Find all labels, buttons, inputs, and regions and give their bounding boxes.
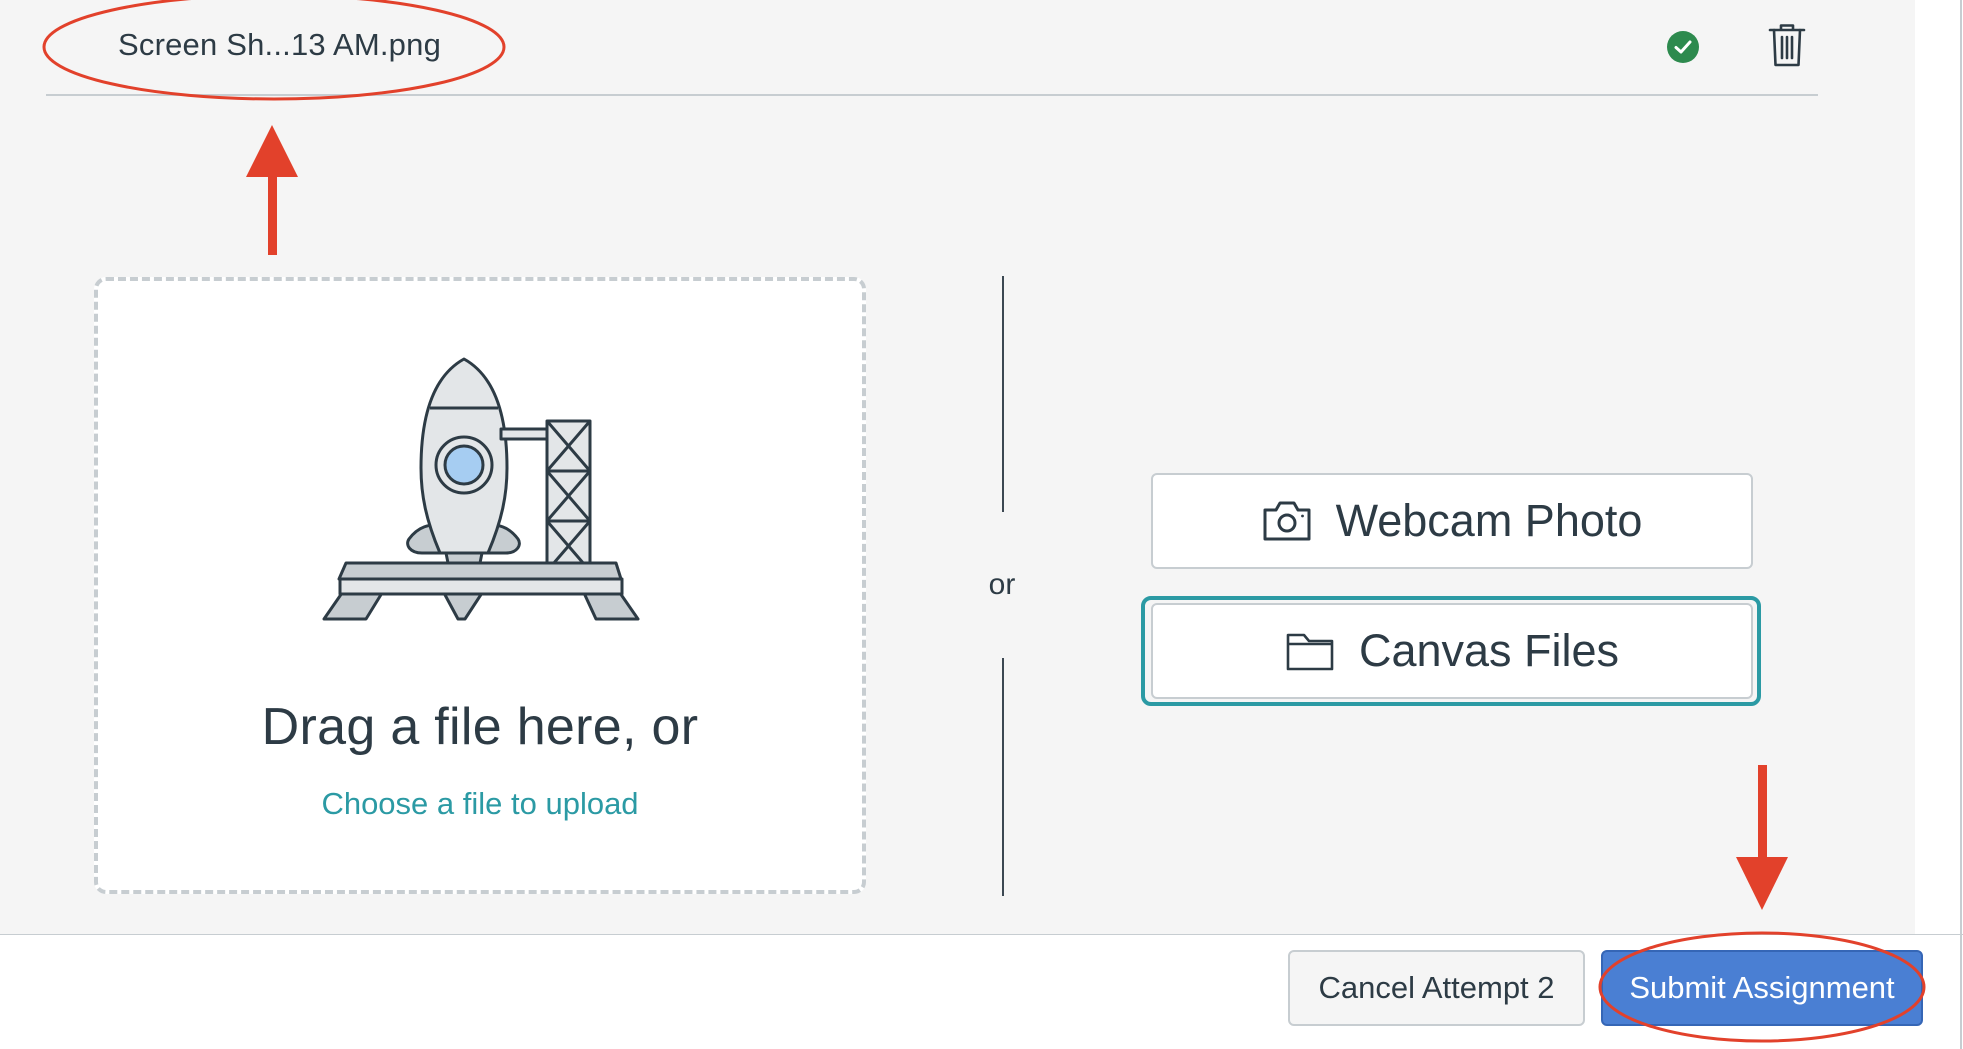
or-divider-bottom [1002,658,1004,896]
or-divider-top [1002,276,1004,512]
webcam-photo-button[interactable]: Webcam Photo [1151,473,1753,569]
dropzone-heading: Drag a file here, or [261,698,699,756]
assignment-upload-screen: Screen Sh...13 AM.png Drag a file here, … [0,0,1963,1049]
footer-divider [0,934,1963,935]
canvas-files-label: Canvas Files [1358,625,1620,676]
or-separator: or [988,568,1016,601]
submit-assignment-button[interactable]: Submit Assignment [1601,950,1923,1026]
trash-icon[interactable] [1766,23,1808,69]
check-circle-icon [1667,31,1699,63]
cancel-attempt-button[interactable]: Cancel Attempt 2 [1288,950,1585,1026]
camera-icon [1263,501,1311,541]
uploaded-file-name: Screen Sh...13 AM.png [118,27,442,62]
folder-icon [1286,633,1334,671]
file-dropzone[interactable]: Drag a file here, or Choose a file to up… [94,277,866,894]
uploaded-file-row: Screen Sh...13 AM.png [46,0,1818,96]
panel-right-border [1960,0,1962,1049]
choose-file-link[interactable]: Choose a file to upload [98,786,862,822]
upload-panel: Screen Sh...13 AM.png Drag a file here, … [0,0,1915,934]
webcam-photo-label: Webcam Photo [1335,495,1643,546]
canvas-files-button[interactable]: Canvas Files [1151,603,1753,699]
rocket-launch-illustration [322,357,640,621]
